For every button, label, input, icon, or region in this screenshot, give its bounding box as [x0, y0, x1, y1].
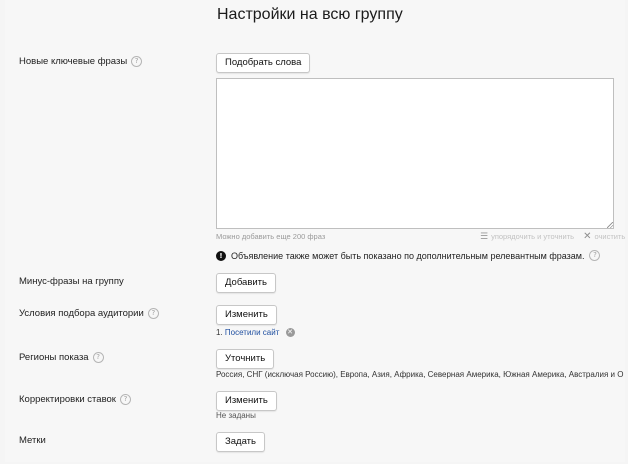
set-tags-button[interactable]: Задать	[216, 432, 265, 452]
help-icon[interactable]: ?	[119, 394, 131, 405]
sort-lines-icon: ☰	[480, 231, 489, 242]
keywords-label: Новые ключевые фразы ?	[19, 56, 143, 67]
help-icon[interactable]: ?	[131, 56, 143, 67]
keywords-label-text: Новые ключевые фразы	[19, 56, 128, 67]
relevant-phrases-notice: ! Объявление также может быть показано п…	[216, 250, 601, 261]
audience-label-text: Условия подбора аудитории	[19, 308, 144, 319]
help-icon[interactable]: ?	[147, 308, 159, 319]
bid-adjustments-label: Корректировки ставок ?	[19, 394, 131, 405]
info-icon: !	[216, 250, 226, 261]
minus-phrases-label-text: Минус-фразы на группу	[19, 276, 124, 287]
remove-icon[interactable]: ✕	[285, 328, 295, 338]
change-audience-button[interactable]: Изменить	[216, 305, 277, 325]
add-minus-phrases-button[interactable]: Добавить	[216, 273, 276, 293]
tags-label: Метки	[19, 435, 46, 446]
resize-handle-icon[interactable]	[607, 222, 613, 228]
help-icon[interactable]: ?	[92, 352, 104, 363]
audience-condition-item: 1. Посетили сайт ✕	[216, 328, 295, 338]
close-icon: ✕	[583, 231, 592, 242]
keywords-tools: ☰ упорядочить и уточнить ✕ очистить	[480, 231, 625, 242]
keywords-limit-hint: Можно добавить еще 200 фраз	[216, 232, 326, 241]
change-bid-adjustments-button[interactable]: Изменить	[216, 391, 277, 411]
bid-adjustments-label-text: Корректировки ставок	[19, 394, 116, 405]
keywords-textarea[interactable]	[216, 78, 614, 229]
order-and-refine-link[interactable]: упорядочить и уточнить	[491, 232, 574, 241]
bid-adjustments-value: Не заданы	[216, 411, 256, 420]
regions-value: Россия, СНГ (исключая Россию), Европа, А…	[216, 370, 624, 379]
tags-label-text: Метки	[19, 435, 46, 446]
audience-condition-link[interactable]: Посетили сайт	[225, 328, 279, 337]
minus-phrases-label: Минус-фразы на группу	[19, 276, 124, 287]
page-title: Настройки на всю группу	[217, 6, 403, 23]
item-number: 1.	[216, 328, 223, 337]
audience-label: Условия подбора аудитории ?	[19, 308, 159, 319]
regions-label-text: Регионы показа	[19, 352, 89, 363]
regions-label: Регионы показа ?	[19, 352, 104, 363]
help-icon[interactable]: ?	[589, 250, 601, 261]
clear-link[interactable]: очистить	[594, 232, 625, 241]
pick-words-button[interactable]: Подобрать слова	[216, 53, 311, 73]
notice-text: Объявление также может быть показано по …	[231, 250, 585, 261]
refine-regions-button[interactable]: Уточнить	[216, 349, 275, 369]
